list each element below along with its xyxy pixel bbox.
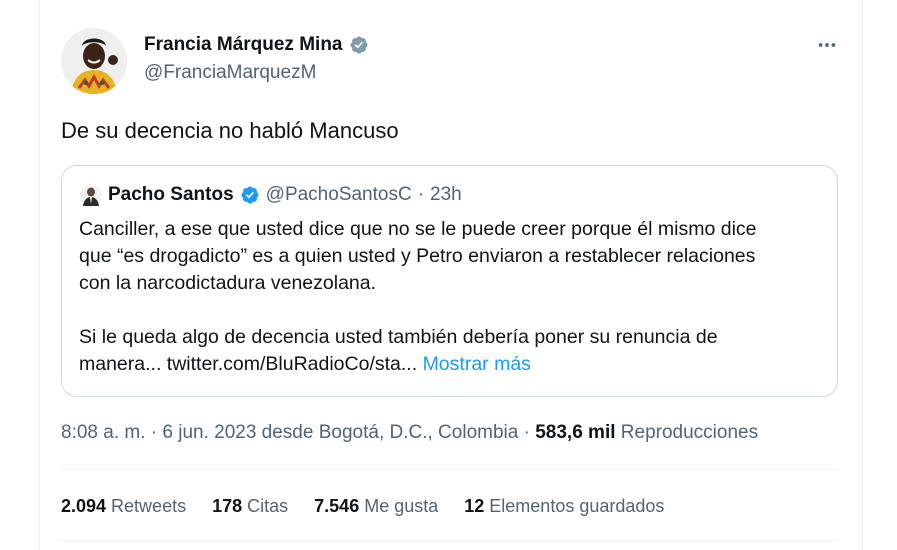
tweet-metadata: 8:08 a. m. · 6 jun. 2023 desde Bogotá, D… xyxy=(61,422,758,444)
quoted-text-line: Si le queda algo de decencia usted tambi… xyxy=(79,326,718,348)
quoted-display-name[interactable]: Pacho Santos xyxy=(108,184,234,206)
quotes-stat[interactable]: 178 Citas xyxy=(212,496,288,517)
bookmarks-label: Elementos guardados xyxy=(489,496,665,516)
author-avatar[interactable] xyxy=(61,28,127,94)
engagement-stats: 2.094 Retweets 178 Citas 7.546 Me gusta 12 E… xyxy=(61,496,664,517)
retweets-label: Retweets xyxy=(111,496,187,516)
quoted-separator: · xyxy=(417,184,425,205)
meta-separator: · xyxy=(523,422,530,443)
likes-label: Me gusta xyxy=(364,496,439,516)
retweets-count: 2.094 xyxy=(61,496,107,516)
likes-stat[interactable]: 7.546 Me gusta xyxy=(314,496,438,517)
quoted-text-line: Canciller, a ese que usted dice que no s… xyxy=(79,218,757,240)
timeline-border-right xyxy=(862,0,863,550)
more-options-button[interactable] xyxy=(812,32,842,58)
likes-count: 7.546 xyxy=(314,496,360,516)
more-horizontal-icon xyxy=(818,43,836,47)
divider xyxy=(61,469,838,470)
quoted-author-avatar[interactable] xyxy=(80,184,102,206)
quoted-text-last-line: manera... twitter.com/BluRadioCo/sta... … xyxy=(79,351,824,378)
views-count: 583,6 mil xyxy=(535,422,616,443)
quoted-time[interactable]: 23h xyxy=(430,184,462,206)
show-more-link[interactable]: Mostrar más xyxy=(423,353,531,375)
retweets-stat[interactable]: 2.094 Retweets xyxy=(61,496,186,517)
timeline-border-left xyxy=(39,0,40,550)
quoted-text-line: con la narcodictadura venezolana. xyxy=(79,272,377,294)
quoted-text-line: que “es drogadicto” es a quien usted y P… xyxy=(79,245,756,267)
bookmarks-stat[interactable]: 12 Elementos guardados xyxy=(464,496,664,517)
quoted-verified-badge-icon xyxy=(240,185,260,205)
bookmarks-count: 12 xyxy=(464,496,485,516)
tweet-timestamp[interactable]: 8:08 a. m. · 6 jun. 2023 desde Bogotá, D… xyxy=(61,422,518,443)
truncated-text: manera... twitter.com/BluRadioCo/sta... xyxy=(79,353,418,375)
verified-badge-icon[interactable] xyxy=(349,35,369,55)
quotes-count: 178 xyxy=(212,496,243,516)
quoted-tweet-text: Canciller, a ese que usted dice que no s… xyxy=(79,216,824,378)
quoted-tweet-card[interactable]: Pacho Santos @PachoSantosC · 23h Cancill… xyxy=(61,165,838,397)
quoted-author-avatar-image xyxy=(80,184,102,206)
divider xyxy=(61,540,838,541)
author-avatar-image xyxy=(61,28,127,94)
views-label: Reproducciones xyxy=(620,422,759,443)
author-display-name[interactable]: Francia Márquez Mina xyxy=(144,34,343,56)
tweet-text: De su decencia no habló Mancuso xyxy=(61,118,399,143)
author-handle[interactable]: @FranciaMarquezM xyxy=(144,62,316,84)
quoted-handle[interactable]: @PachoSantosC xyxy=(266,184,412,206)
quotes-label: Citas xyxy=(247,496,289,516)
